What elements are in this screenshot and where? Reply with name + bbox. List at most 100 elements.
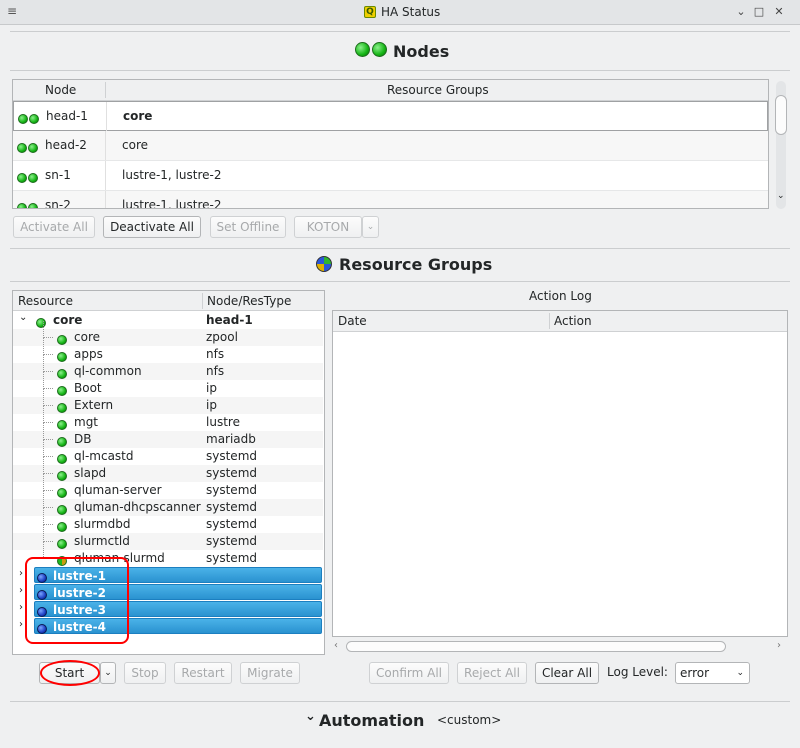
resource-type: systemd bbox=[206, 449, 257, 463]
resource-type: systemd bbox=[206, 500, 257, 514]
column-header-node-restype[interactable]: Node/ResType bbox=[207, 294, 291, 308]
chevron-down-icon[interactable]: ⌄ bbox=[19, 312, 27, 323]
tree-row[interactable]: qluman-dhcpscanner systemd bbox=[13, 491, 323, 516]
nodes-status-icon bbox=[355, 42, 387, 57]
status-ok-icon bbox=[36, 317, 46, 328]
expand-icon[interactable]: › bbox=[19, 585, 23, 596]
status-ok-icon bbox=[28, 142, 38, 153]
scroll-right-icon[interactable]: › bbox=[777, 640, 781, 651]
tree-row[interactable]: Boot ip bbox=[13, 372, 323, 397]
resource-type: nfs bbox=[206, 347, 225, 361]
tree-row[interactable]: qluman-server systemd bbox=[13, 474, 323, 499]
resource-name: DB bbox=[74, 432, 92, 446]
start-dropdown-chevron-icon[interactable]: ⌄ bbox=[100, 662, 116, 684]
close-icon[interactable]: ✕ bbox=[772, 5, 786, 19]
minimize-icon[interactable]: ⌄ bbox=[734, 5, 748, 19]
expand-icon[interactable]: › bbox=[19, 602, 23, 613]
column-header-date[interactable]: Date bbox=[338, 314, 367, 328]
scroll-left-icon[interactable]: ‹ bbox=[334, 640, 338, 651]
divider bbox=[10, 248, 790, 249]
tree-row[interactable]: ql-common nfs bbox=[13, 355, 323, 380]
koton-button[interactable]: KOTON bbox=[294, 216, 362, 238]
window-titlebar: ≡ Q HA Status ⌄ □ ✕ bbox=[0, 0, 800, 25]
expand-icon[interactable]: › bbox=[19, 619, 23, 630]
status-ok-icon bbox=[57, 368, 67, 379]
tree-row[interactable]: Extern ip bbox=[13, 389, 323, 414]
tree-row[interactable]: ql-mcastd systemd bbox=[13, 440, 323, 465]
table-row[interactable]: sn-1 lustre-1, lustre-2 bbox=[13, 161, 768, 191]
status-ok-icon bbox=[57, 504, 67, 515]
scrollbar-thumb[interactable] bbox=[346, 641, 726, 652]
table-row[interactable]: head-2 core bbox=[13, 131, 768, 161]
column-header-resource-groups[interactable]: Resource Groups bbox=[387, 83, 489, 97]
resource-name: slapd bbox=[74, 466, 107, 480]
nodes-scrollbar[interactable]: ⌄ bbox=[774, 79, 788, 209]
restart-button[interactable]: Restart bbox=[174, 662, 232, 684]
node-groups: lustre-1, lustre-2 bbox=[122, 168, 222, 182]
koton-dropdown-chevron-icon[interactable]: ⌄ bbox=[362, 216, 379, 238]
status-ok-icon bbox=[57, 453, 67, 464]
automation-chevron-icon[interactable]: ⌄ bbox=[305, 709, 316, 724]
resource-name: mgt bbox=[74, 415, 99, 429]
resource-type: nfs bbox=[206, 364, 225, 378]
log-level-select[interactable]: error ⌄ bbox=[675, 662, 750, 684]
tree-row[interactable]: DB mariadb bbox=[13, 423, 323, 448]
confirm-all-button[interactable]: Confirm All bbox=[369, 662, 449, 684]
set-offline-button[interactable]: Set Offline bbox=[210, 216, 286, 238]
tree-row[interactable]: mgt lustre bbox=[13, 406, 323, 431]
migrate-button[interactable]: Migrate bbox=[240, 662, 300, 684]
deactivate-all-button[interactable]: Deactivate All bbox=[103, 216, 201, 238]
tree-row[interactable]: slurmdbd systemd bbox=[13, 508, 323, 533]
status-ok-icon bbox=[17, 172, 27, 183]
stop-button[interactable]: Stop bbox=[124, 662, 166, 684]
app-icon: Q bbox=[364, 6, 376, 18]
chevron-down-icon: ⌄ bbox=[736, 668, 744, 678]
nodes-title: Nodes bbox=[393, 42, 450, 61]
divider bbox=[10, 701, 790, 702]
scrollbar-thumb[interactable] bbox=[775, 95, 787, 135]
status-ok-icon bbox=[18, 113, 28, 124]
column-header-action[interactable]: Action bbox=[554, 314, 592, 328]
resource-name: ql-mcastd bbox=[74, 449, 134, 463]
resource-name: qluman-server bbox=[74, 483, 162, 497]
nodes-table-header: Node Resource Groups bbox=[13, 80, 768, 101]
annotation-highlight bbox=[25, 557, 129, 644]
tree-row[interactable]: core zpool bbox=[13, 321, 323, 346]
status-ok-icon bbox=[57, 436, 67, 447]
resource-type: lustre bbox=[206, 415, 240, 429]
resource-type: systemd bbox=[206, 534, 257, 548]
node-name: sn-1 bbox=[45, 168, 71, 182]
divider bbox=[10, 281, 790, 282]
tree-row[interactable]: slapd systemd bbox=[13, 457, 323, 482]
automation-title[interactable]: Automation bbox=[319, 711, 424, 730]
resource-type: mariadb bbox=[206, 432, 256, 446]
table-row[interactable]: head-1 core bbox=[13, 101, 768, 131]
column-header-node[interactable]: Node bbox=[45, 83, 76, 97]
tree-group-core[interactable]: ⌄ core head-1 bbox=[13, 312, 323, 329]
node-name: sn-2 bbox=[45, 198, 71, 209]
resource-node: head-1 bbox=[206, 313, 253, 327]
expand-icon[interactable]: › bbox=[19, 568, 23, 579]
maximize-icon[interactable]: □ bbox=[752, 5, 766, 19]
action-log-hscrollbar[interactable]: ‹ › bbox=[332, 639, 788, 654]
annotation-highlight bbox=[40, 660, 100, 686]
resource-name: core bbox=[53, 313, 83, 327]
reject-all-button[interactable]: Reject All bbox=[457, 662, 527, 684]
column-header-resource[interactable]: Resource bbox=[18, 294, 73, 308]
table-row[interactable]: sn-2 lustre-1, lustre-2 bbox=[13, 191, 768, 209]
resource-type: systemd bbox=[206, 551, 257, 565]
resource-groups-title: Resource Groups bbox=[339, 255, 493, 274]
window-menu-icon[interactable]: ≡ bbox=[7, 4, 17, 18]
resource-name: Extern bbox=[74, 398, 114, 412]
status-ok-icon bbox=[57, 487, 67, 498]
status-ok-icon bbox=[29, 113, 39, 124]
resource-name: apps bbox=[74, 347, 103, 361]
clear-all-button[interactable]: Clear All bbox=[535, 662, 599, 684]
resource-name: slurmdbd bbox=[74, 517, 131, 531]
resource-name: slurmctld bbox=[74, 534, 130, 548]
chevron-down-icon[interactable]: ⌄ bbox=[777, 191, 785, 201]
tree-row[interactable]: apps nfs bbox=[13, 338, 323, 363]
tree-row[interactable]: slurmctld systemd bbox=[13, 525, 323, 550]
resource-type: ip bbox=[206, 381, 217, 395]
activate-all-button[interactable]: Activate All bbox=[13, 216, 95, 238]
